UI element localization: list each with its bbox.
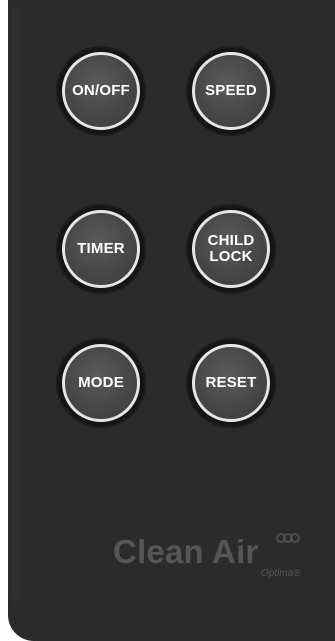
registered-mark: ® (293, 568, 301, 579)
mode-button[interactable]: MODE (58, 340, 144, 426)
reset-label: RESET (205, 374, 257, 391)
speed-button[interactable]: SPEED (188, 48, 274, 134)
timer-label: TIMER (77, 240, 125, 257)
on-off-button[interactable]: ON/OFF (58, 48, 144, 134)
child-lock-label: CHILD LOCK (208, 233, 255, 265)
brand-logo: Clean Air Optima® (113, 532, 313, 592)
brand-name-part2: Air (212, 533, 259, 570)
child-lock-label-line1: CHILD (207, 232, 255, 249)
on-off-label: ON/OFF (72, 82, 130, 99)
remote-control-body: ON/OFF SPEED TIMER CHILD LOCK MODE RESET… (8, 0, 335, 641)
mode-label: MODE (78, 374, 124, 391)
brand-subtitle: Optima® (261, 568, 301, 580)
three-circles-icon (276, 533, 300, 543)
timer-button[interactable]: TIMER (58, 206, 144, 292)
reset-button[interactable]: RESET (188, 340, 274, 426)
child-lock-button[interactable]: CHILD LOCK (188, 206, 274, 292)
speed-label: SPEED (205, 82, 257, 99)
brand-name-part1: Clean (113, 533, 204, 570)
brand-sub-text: Optima (261, 568, 294, 579)
remote-edge-shade (12, 8, 24, 608)
brand-name: Clean Air (113, 532, 258, 572)
child-lock-label-line2: LOCK (209, 248, 253, 265)
